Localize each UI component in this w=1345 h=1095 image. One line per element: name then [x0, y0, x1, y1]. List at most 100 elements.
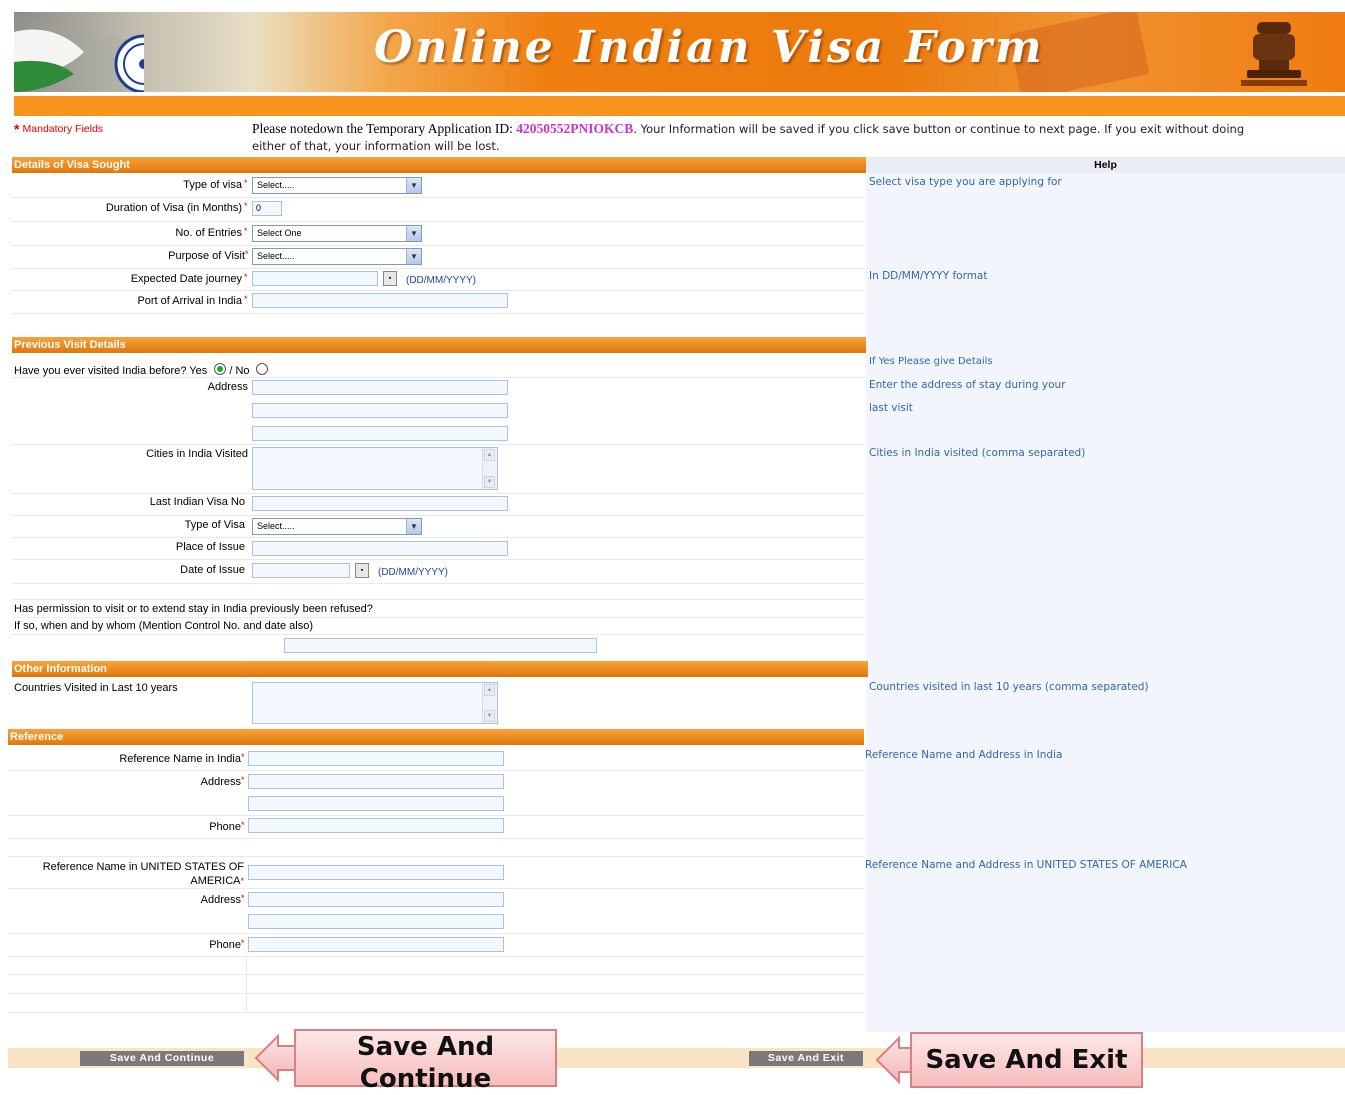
- ref-usa-phone-input[interactable]: [248, 937, 504, 952]
- temporary-id-notice: Please notedown the Temporary Applicatio…: [252, 121, 1345, 137]
- ref-india-phone-input[interactable]: [248, 818, 504, 833]
- prev-visa-type-select[interactable]: Select..... ▼: [252, 518, 422, 535]
- prev-visa-type-value: Select.....: [257, 521, 295, 531]
- prev-address-line3[interactable]: [252, 426, 508, 441]
- row-divider: [12, 290, 864, 291]
- site-banner: Online Indian Visa Form: [14, 12, 1345, 92]
- ref-usa-name-label-country: AMERICA: [190, 875, 241, 887]
- help-countries: Countries visited in last 10 years (comm…: [869, 681, 1149, 693]
- section-reference: Reference: [8, 729, 864, 745]
- row-divider: [8, 856, 864, 857]
- ref-india-name-label: Reference Name in India: [119, 753, 241, 765]
- textarea-scrollbar[interactable]: ▲ ▼: [482, 683, 497, 723]
- section-previous-visit: Previous Visit Details: [12, 337, 866, 353]
- help-ref-usa: Reference Name and Address in UNITED STA…: [865, 859, 1187, 871]
- ref-usa-name-label: Reference Name in UNITED STATES OF AMERI…: [8, 860, 244, 888]
- help-ref-india: Reference Name and Address in India: [865, 749, 1063, 761]
- prev-address-line2[interactable]: [252, 403, 508, 418]
- purpose-select[interactable]: Select..... ▼: [252, 248, 422, 265]
- indian-flag-chakra-icon: [14, 12, 144, 92]
- prev-address-line1[interactable]: [252, 380, 508, 395]
- help-cities: Cities in India visited (comma separated…: [869, 447, 1086, 459]
- entries-select[interactable]: Select One ▼: [252, 225, 422, 242]
- refused-question: Has permission to visit or to extend sta…: [14, 603, 373, 615]
- required-marker: *: [244, 226, 248, 236]
- calendar-icon[interactable]: ▪: [383, 271, 397, 286]
- required-marker: *: [241, 752, 245, 762]
- scroll-up-icon[interactable]: ▲: [484, 684, 495, 696]
- row-divider: [12, 221, 864, 222]
- save-and-continue-button[interactable]: Save And Continue: [80, 1051, 244, 1066]
- application-id: 42050552PNIOKCB: [516, 121, 634, 136]
- help-address-2: last visit: [869, 402, 913, 414]
- callout-save-continue: Save And Continue: [294, 1029, 557, 1094]
- textarea-scrollbar[interactable]: ▲ ▼: [482, 448, 497, 489]
- duration-input[interactable]: 0: [252, 201, 282, 216]
- scroll-down-icon[interactable]: ▼: [484, 710, 495, 722]
- required-marker: *: [245, 249, 249, 259]
- entries-label: No. of Entries: [175, 227, 242, 239]
- date-format-hint: (DD/MM/YYYY): [406, 275, 476, 286]
- required-marker: *: [244, 201, 248, 211]
- scroll-down-icon[interactable]: ▼: [484, 476, 495, 488]
- row-divider: [8, 1012, 864, 1013]
- help-visited-yes: If Yes Please give Details: [869, 356, 993, 367]
- row-divider: [12, 268, 864, 269]
- row-divider: [12, 197, 864, 198]
- row-divider: [8, 993, 864, 994]
- mandatory-star: *: [14, 121, 20, 137]
- ref-usa-name-input[interactable]: [248, 865, 504, 880]
- yes-radio[interactable]: [214, 363, 227, 375]
- visited-question-text: Have you ever visited India before? Yes: [14, 365, 208, 377]
- section-visa-details: Details of Visa Sought: [12, 157, 866, 173]
- refused-detail-input[interactable]: [284, 638, 597, 653]
- callout-save-exit: Save And Exit: [910, 1032, 1143, 1088]
- scroll-up-icon[interactable]: ▲: [484, 449, 495, 461]
- ref-india-address-line1[interactable]: [248, 774, 504, 789]
- left-arrow-icon: [254, 1033, 297, 1083]
- required-marker: *: [244, 178, 248, 188]
- row-divider: [8, 815, 864, 816]
- ref-india-address-line2[interactable]: [248, 796, 504, 811]
- date-issue-input[interactable]: [252, 563, 350, 578]
- row-divider: [12, 559, 864, 560]
- countries-visited-textarea[interactable]: ▲ ▼: [252, 682, 498, 724]
- chevron-down-icon: ▼: [406, 519, 421, 534]
- place-issue-input[interactable]: [252, 541, 508, 556]
- last-visa-no-input[interactable]: [252, 496, 508, 511]
- prev-visa-type-label: Type of Visa: [184, 519, 245, 531]
- ref-usa-address-line1[interactable]: [248, 892, 504, 907]
- ref-india-name-input[interactable]: [248, 751, 504, 766]
- ref-india-phone-label: Phone: [209, 821, 241, 833]
- banner-title: Online Indian Visa Form: [374, 22, 1045, 73]
- cities-visited-textarea[interactable]: ▲ ▼: [252, 447, 498, 490]
- row-divider: [8, 888, 864, 889]
- calendar-icon[interactable]: ▪: [355, 563, 369, 578]
- ref-usa-phone-label: Phone: [209, 939, 241, 951]
- no-radio[interactable]: [255, 363, 268, 375]
- save-and-exit-button[interactable]: Save And Exit: [749, 1051, 863, 1066]
- chevron-down-icon: ▼: [406, 178, 421, 193]
- port-arrival-input[interactable]: [252, 293, 508, 308]
- type-of-visa-value: Select.....: [257, 180, 295, 190]
- visited-before-question: Have you ever visited India before? Yes …: [14, 362, 268, 377]
- date-format-hint: (DD/MM/YYYY): [378, 567, 448, 578]
- mandatory-label: Mandatory Fields: [22, 123, 104, 135]
- type-of-visa-select[interactable]: Select..... ▼: [252, 177, 422, 194]
- callout-continue-line1: Save And: [356, 1032, 495, 1062]
- required-marker: *: [241, 820, 245, 830]
- purpose-value: Select.....: [257, 251, 295, 261]
- ref-usa-address-line2[interactable]: [248, 914, 504, 929]
- help-visa-type: Select visa type you are applying for: [869, 176, 1062, 188]
- journey-date-input[interactable]: [252, 271, 378, 286]
- help-column: [866, 157, 1345, 1032]
- row-divider: [8, 974, 864, 975]
- row-divider: [12, 493, 864, 494]
- required-marker: *: [240, 876, 244, 886]
- help-header: Help: [866, 157, 1345, 173]
- mandatory-fields-note: * Mandatory Fields: [14, 121, 103, 137]
- row-divider: [8, 838, 864, 839]
- entries-value: Select One: [257, 228, 302, 238]
- national-emblem-icon: [1241, 22, 1307, 86]
- ref-usa-name-label-line2: AMERICA*: [8, 874, 244, 888]
